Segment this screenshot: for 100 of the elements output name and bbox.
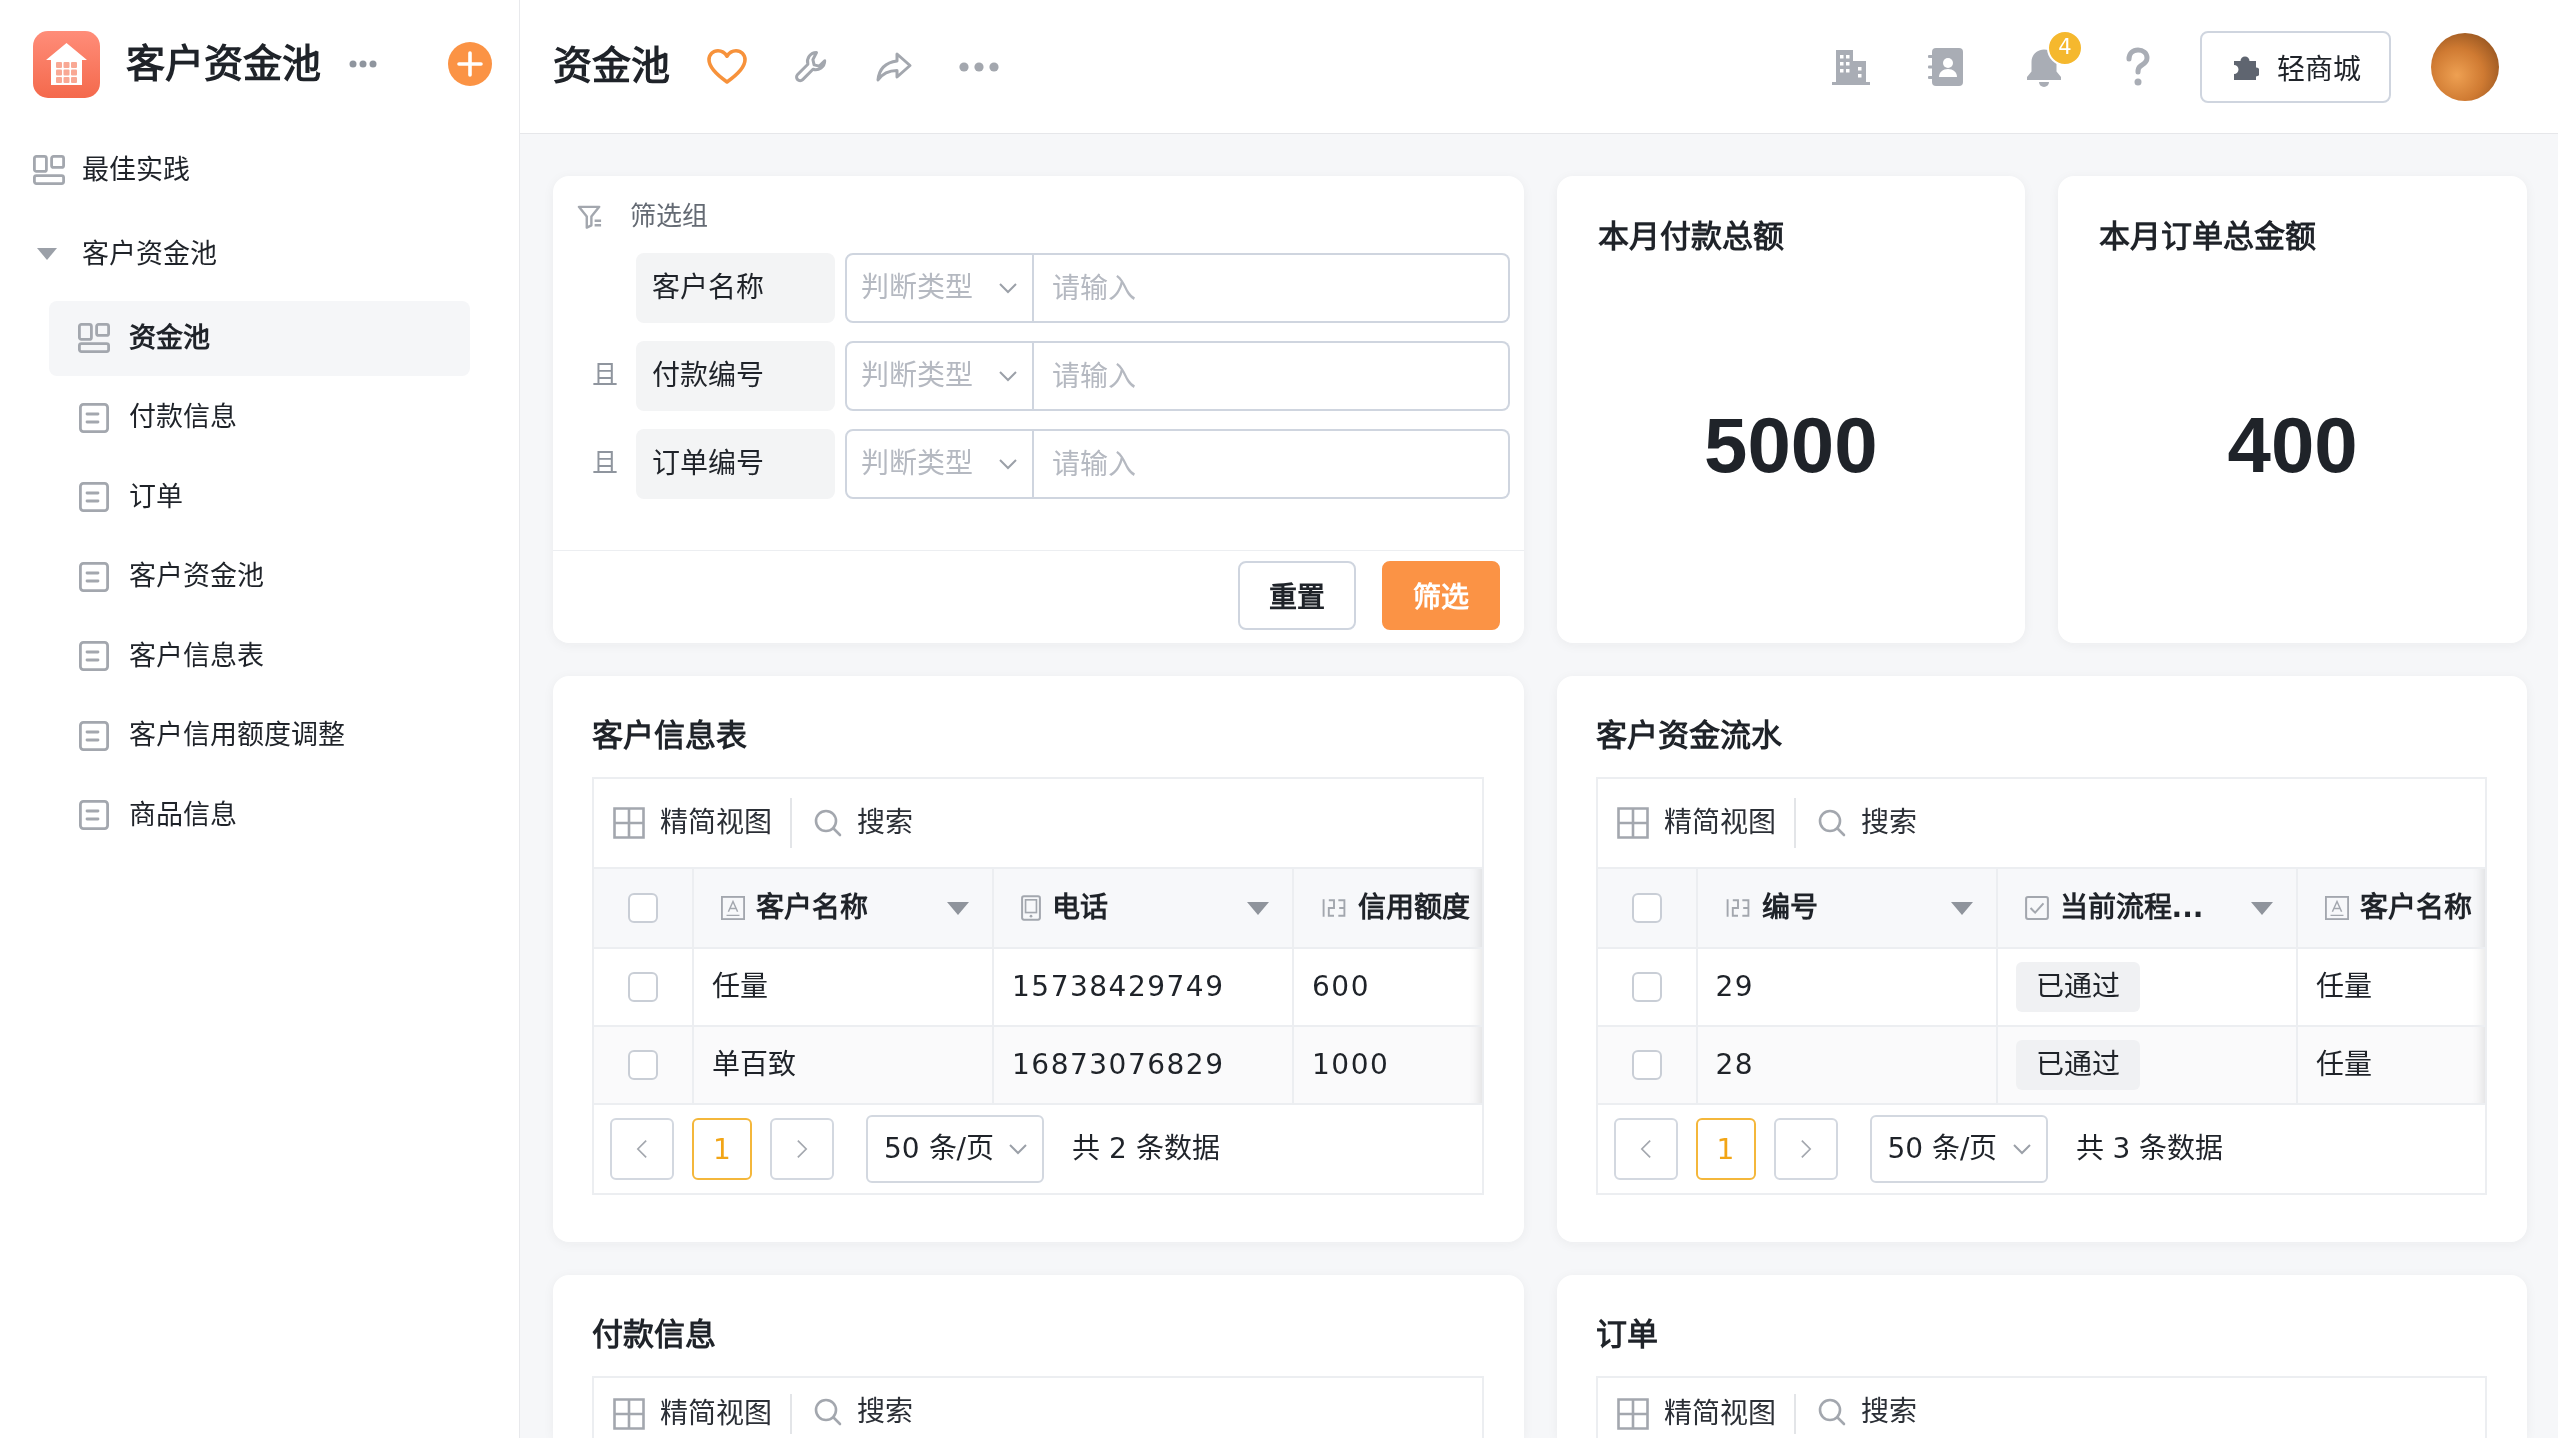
form-icon	[79, 720, 109, 751]
card-title: 订单	[1595, 1315, 1658, 1354]
filter-group-title: 筛选组	[630, 201, 708, 233]
contact-card-icon[interactable]	[1928, 46, 1964, 87]
grid-icon	[1616, 1398, 1649, 1430]
table-cell: 29	[1697, 949, 1998, 1025]
add-icon[interactable]	[448, 42, 492, 86]
field-label: 付款编号	[636, 341, 835, 411]
view-button[interactable]: 精简视图	[1616, 1398, 1776, 1430]
chevron-down-icon	[1008, 1143, 1028, 1155]
search-button[interactable]: 搜索	[814, 1398, 913, 1426]
more-icon[interactable]	[349, 60, 377, 68]
text-field-icon	[721, 896, 745, 920]
row-checkbox[interactable]	[1631, 1050, 1662, 1080]
nav-item[interactable]: 订单	[49, 459, 470, 535]
value-input[interactable]: 请输入	[1034, 253, 1510, 323]
form-icon	[79, 482, 109, 512]
table-cell: 28	[1697, 1027, 1998, 1103]
select-all-checkbox[interactable]	[1631, 893, 1662, 923]
stat-title: 本月付款总额	[1597, 217, 1784, 256]
wrench-icon[interactable]	[793, 48, 829, 85]
search-button[interactable]: 搜索	[814, 809, 913, 837]
view-button[interactable]: 精简视图	[1616, 807, 1776, 839]
nav-item[interactable]: 资金池	[49, 300, 470, 376]
nav-item[interactable]: 客户资金池	[0, 212, 519, 296]
page-size-select[interactable]: 50 条/页	[1869, 1115, 2048, 1183]
connector-label: 且	[591, 360, 619, 392]
card-title: 客户资金流水	[1595, 716, 1782, 755]
caret-down-icon[interactable]	[1950, 901, 1973, 915]
table-cell: 任量	[694, 949, 994, 1025]
nav-item[interactable]: 客户资金池	[49, 539, 470, 614]
chevron-down-icon	[2011, 1143, 2032, 1155]
table-cell: 15738429749	[994, 949, 1294, 1025]
next-page-button[interactable]	[1773, 1118, 1838, 1180]
view-button[interactable]: 精简视图	[613, 807, 772, 839]
phone-icon	[1021, 895, 1041, 921]
app-title: 客户资金池	[126, 40, 321, 88]
store-button[interactable]: 轻商城	[2200, 30, 2391, 103]
table-cell: 单百致	[694, 1027, 994, 1103]
table-cell-text: 任量	[2314, 1047, 2373, 1084]
column-header[interactable]: 当前流程...	[1997, 869, 2298, 947]
total-count: 共 3 条数据	[2075, 1132, 2224, 1166]
value-input[interactable]: 请输入	[1034, 341, 1510, 411]
chevron-left-icon	[636, 1139, 648, 1159]
help-icon[interactable]	[2124, 46, 2152, 87]
chevron-down-icon	[998, 458, 1018, 470]
chevron-right-icon	[1799, 1139, 1812, 1159]
grid-icon	[613, 807, 645, 839]
previous-page-button[interactable]	[1613, 1118, 1678, 1180]
search-icon	[814, 1398, 842, 1426]
nav-item[interactable]: 客户信用额度调整	[49, 698, 470, 773]
page-size-select[interactable]: 50 条/页	[866, 1115, 1044, 1183]
value-input[interactable]: 请输入	[1034, 429, 1510, 499]
stat-title: 本月订单总金额	[2099, 217, 2317, 256]
more-icon[interactable]	[959, 61, 999, 72]
stat-value: 5000	[1704, 405, 1878, 484]
form-icon	[79, 800, 109, 830]
page-title: 资金池	[553, 43, 670, 90]
previous-page-button[interactable]	[610, 1118, 674, 1180]
select-all-checkbox[interactable]	[628, 893, 658, 923]
column-header[interactable]: 电话	[994, 869, 1294, 947]
grid-icon	[1616, 807, 1649, 839]
column-header[interactable]: 客户名称	[694, 869, 994, 947]
view-button[interactable]: 精简视图	[613, 1398, 772, 1430]
caret-down-icon[interactable]	[2250, 901, 2273, 915]
chevron-down-icon	[998, 370, 1018, 382]
chevron-right-icon	[796, 1139, 808, 1159]
caret-down-icon[interactable]	[947, 901, 969, 915]
table-cell-text: 1000	[1311, 1047, 1391, 1084]
next-page-button[interactable]	[770, 1118, 834, 1180]
search-button[interactable]: 搜索	[1817, 1398, 1917, 1426]
reset-button[interactable]: 重置	[1237, 560, 1356, 630]
status-tag: 已通过	[2015, 962, 2140, 1012]
caret-down-icon[interactable]	[1247, 901, 1269, 915]
search-button[interactable]: 搜索	[1817, 809, 1917, 837]
column-header[interactable]: 客户名称	[2297, 869, 2485, 947]
nav-item[interactable]: 商品信息	[49, 777, 470, 853]
field-label: 订单编号	[636, 429, 835, 499]
stat-value: 400	[2227, 405, 2358, 484]
nav-item[interactable]: 付款信息	[49, 380, 470, 455]
table-cell: 16873076829	[994, 1027, 1294, 1103]
number-field-icon	[1724, 896, 1751, 920]
row-checkbox[interactable]	[628, 1050, 658, 1080]
nav-item[interactable]: 最佳实践	[0, 128, 519, 212]
share-icon[interactable]	[875, 50, 913, 83]
search-icon	[814, 809, 842, 837]
heart-icon[interactable]	[707, 48, 747, 85]
row-checkbox[interactable]	[628, 972, 658, 1002]
status-tag: 已通过	[2015, 1040, 2140, 1090]
form-icon	[79, 402, 109, 433]
dashboard-icon	[78, 323, 110, 353]
chevron-down-icon	[998, 282, 1018, 294]
row-checkbox[interactable]	[1631, 972, 1662, 1002]
column-header[interactable]: 信用额度	[1294, 869, 1482, 947]
form-icon	[79, 641, 109, 671]
card-title: 客户信息表	[592, 716, 747, 755]
connector-label: 且	[591, 448, 619, 480]
text-field-icon	[2324, 896, 2349, 920]
column-header[interactable]: 编号	[1697, 869, 1998, 947]
nav-item[interactable]: 客户信息表	[49, 618, 470, 694]
